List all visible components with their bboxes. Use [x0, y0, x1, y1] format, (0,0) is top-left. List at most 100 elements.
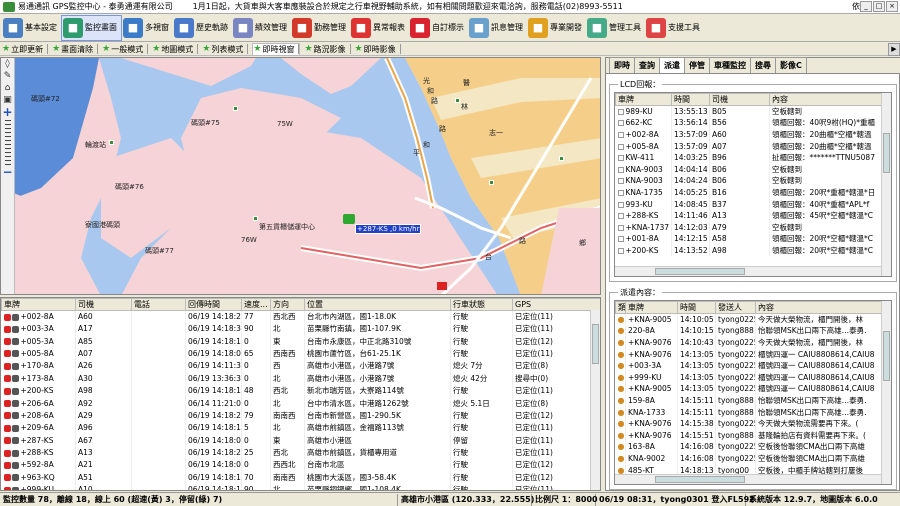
toolbar-button-2[interactable]: ■ 多視窗: [122, 15, 173, 41]
dispatch-row[interactable]: ● +KNA-9076 14:10:43 tyong0225 今天做大榮物流，櫃門開後，…: [615, 336, 891, 349]
mode-button-2[interactable]: ★ 一般模式: [102, 44, 149, 55]
right-tab-1[interactable]: 查詢: [634, 57, 660, 73]
mode-button-3[interactable]: ★ 地圖模式: [152, 44, 199, 55]
vehicle-row[interactable]: +999-KU A10 06/19 14:18:11 90 北 苗栗縣銅鑼鄉，國1-108…: [1, 484, 600, 490]
checkbox-icon[interactable]: [617, 247, 624, 254]
zoom-in-icon[interactable]: +: [2, 106, 12, 118]
mode-button-0[interactable]: ★ 立即更新: [2, 44, 49, 55]
checkbox-icon[interactable]: [617, 178, 624, 185]
vehicle-list-scrollbar[interactable]: [590, 310, 600, 490]
mode-button-4[interactable]: ★ 列表模式: [202, 44, 249, 55]
lcd-row[interactable]: +002-8A 13:57:09 A60 領櫃回報：20曲櫃*空櫃*轄溫: [615, 128, 891, 141]
lcd-report-table[interactable]: 車牌 時間 司機 內容 989-KU 13:55:13 B05 空板轄到 662-KC 13:56…: [614, 92, 892, 277]
poi-marker[interactable]: [559, 156, 564, 161]
dispatch-vertical-scrollbar[interactable]: [881, 301, 891, 484]
vehicle-column-header[interactable]: 電話: [131, 298, 186, 311]
dispatch-column-header[interactable]: 內容: [755, 301, 891, 314]
dispatch-row[interactable]: ● KNA-1733 14:15:11 tyong888 怡聯領MSK出口兩下高雄…泰勇…: [615, 406, 891, 418]
dispatch-table[interactable]: 類車牌 時間 發送人 內容 ● +KNA-9005 14:10:05 tyong0225 今天做…: [614, 300, 892, 485]
mode-button-7[interactable]: ★ 即時影像: [355, 44, 401, 55]
poi-marker[interactable]: [109, 140, 114, 145]
checkbox-icon[interactable]: [617, 236, 624, 243]
lcd-vertical-scrollbar[interactable]: [881, 93, 891, 276]
toolbar-button-4[interactable]: ■ 績效管理: [232, 15, 291, 41]
toolbar-button-10[interactable]: ■ 管理工具: [586, 15, 645, 41]
dispatch-column-header[interactable]: 車牌: [625, 301, 678, 314]
dispatch-row[interactable]: ● +KNA-9076 14:13:05 tyong0225 櫃號四運一 CAIU880…: [615, 348, 891, 360]
dispatch-row[interactable]: ● +KNA-9005 14:13:05 tyong0225 櫃號四運一 CAIU880…: [615, 383, 891, 395]
dispatch-row[interactable]: ● +KNA-9076 14:15:51 tyong888 基隆輪拍店有資料需要再下來。…: [615, 429, 891, 442]
lcd-row[interactable]: 989-KU 13:55:13 B05 空板轄到: [615, 105, 891, 118]
toolbar-button-7[interactable]: ■ 自訂標示: [409, 15, 468, 41]
lcd-row[interactable]: KNA-9003 14:04:14 B06 空板轄到: [615, 163, 891, 176]
maximize-button[interactable]: □: [873, 1, 885, 12]
vehicle-column-header[interactable]: 車牌: [1, 298, 76, 311]
vehicle-column-header[interactable]: 位置: [304, 298, 451, 311]
toolbar-button-9[interactable]: ■ 專業開發: [527, 15, 586, 41]
right-tab-5[interactable]: 搜尋: [750, 57, 776, 73]
vehicle-row[interactable]: +288-KS A13 06/19 14:18:28 25 西北 高雄市前鎮區，貨櫃專用道…: [1, 446, 600, 460]
toolbar-button-8[interactable]: ■ 訊息管理: [468, 15, 527, 41]
toolbar-button-1[interactable]: ■ 監控畫面: [61, 14, 122, 41]
vehicle-column-header[interactable]: 司機: [75, 298, 132, 311]
lcd-row[interactable]: +200-KS 14:13:52 A98 領櫃回報：20呎*空櫃*轄溫*C: [615, 244, 891, 257]
vehicle-column-header[interactable]: 行車狀態: [450, 298, 513, 311]
checkbox-icon[interactable]: [617, 213, 624, 220]
checkbox-icon[interactable]: [617, 155, 624, 162]
vehicle-row[interactable]: +209-6A A96 06/19 14:18:19 5 北 高雄市前鎮區，金福路113號…: [1, 422, 600, 435]
vehicle-row[interactable]: +200-KS A98 06/19 14:18:18 48 西北 新北市瑞芳區，大寮路11…: [1, 384, 600, 398]
vehicle-row[interactable]: +005-3A A85 06/19 14:18:10 0 東 台南市永康區，中正北路310…: [1, 335, 600, 348]
checkbox-icon[interactable]: [617, 224, 624, 231]
mode-button-5[interactable]: ★ 即時視窗: [252, 42, 301, 56]
pan-tool-icon[interactable]: ◊: [5, 60, 9, 69]
lcd-column-header[interactable]: 司機: [709, 93, 770, 106]
home-icon[interactable]: ▣: [3, 96, 12, 105]
mode-button-1[interactable]: ★ 畫面清除: [52, 44, 99, 55]
dispatch-row[interactable]: ● KNA-9002 14:16:08 tyong0225 空板後怡聯領CMA出口兩下高…: [615, 452, 891, 465]
minimize-button[interactable]: _: [860, 1, 872, 12]
poi-marker[interactable]: [253, 216, 258, 221]
toolbar-button-11[interactable]: ■ 支援工具: [645, 15, 704, 41]
lcd-row[interactable]: KNA-9003 14:04:24 B06 空板轄到: [615, 175, 891, 187]
dispatch-row[interactable]: ● +KNA-9076 14:15:38 tyong0225 今天做大榮物流需要再下來。…: [615, 417, 891, 430]
vehicle-list-table[interactable]: 車牌 司機 電話 回傳時間 速度... 方向 位置 行車狀態 GPS +002-8A A60 06/1…: [0, 297, 601, 491]
reset-view-icon[interactable]: ⌂: [5, 84, 11, 93]
dispatch-row[interactable]: ● 220-8A 14:10:15 tyong888 怡聯領MSK出口兩下高雄…泰勇.: [615, 325, 891, 337]
mode-button-6[interactable]: ★ 路況影像: [304, 44, 351, 55]
vehicle-label[interactable]: +287-KS ,0 km/hr: [355, 224, 422, 234]
checkbox-icon[interactable]: [617, 143, 624, 150]
dispatch-row[interactable]: ● 163-8A 14:16:08 tyong0225 空板後怡聯領CMA出口兩下高雄: [615, 441, 891, 453]
dispatch-row[interactable]: ● 159-8A 14:15:11 tyong888 怡聯領MSK出口兩下高雄…泰勇.: [615, 394, 891, 407]
dispatch-column-header[interactable]: 發送人: [715, 301, 756, 314]
vehicle-row[interactable]: +170-8A A26 06/19 14:11:32 0 西 高雄市小港區，小港路7號 熄火…: [1, 360, 600, 373]
lcd-row[interactable]: 662-KC 13:56:14 B56 領櫃回報：40呎9柎(HQ)*重櫃: [615, 117, 891, 129]
vehicle-column-header[interactable]: 回傳時間: [185, 298, 242, 311]
dispatch-column-header[interactable]: 時間: [677, 301, 716, 314]
lcd-row[interactable]: +KNA-1737 14:12:03 A79 空板轄到: [615, 221, 891, 234]
lcd-column-header[interactable]: 內容: [769, 93, 891, 106]
vehicle-marker-icon[interactable]: [343, 214, 355, 224]
lcd-row[interactable]: +001-8A 14:12:15 A58 領櫃回報：20呎*空櫃*轄溫*C: [615, 233, 891, 245]
checkbox-icon[interactable]: [617, 120, 624, 127]
lcd-row[interactable]: +288-KS 14:11:46 A13 領櫃回報：45呎*空櫃*轄溫*C: [615, 209, 891, 222]
vehicle-row[interactable]: +003-3A A17 06/19 14:18:34 90 北 苗栗縣竹南鎮，國1-107…: [1, 323, 600, 336]
checkbox-icon[interactable]: [617, 131, 624, 138]
right-tab-6[interactable]: 影像C: [775, 57, 807, 73]
toolbar-scroll-right-button[interactable]: ▶: [888, 43, 900, 56]
poi-marker[interactable]: [455, 98, 460, 103]
right-tab-4[interactable]: 車種監控: [709, 57, 751, 73]
close-button[interactable]: ×: [886, 1, 898, 12]
toolbar-button-3[interactable]: ■ 歷史軌跡: [173, 15, 232, 41]
checkbox-icon[interactable]: [617, 189, 624, 196]
lcd-row[interactable]: KNA-1735 14:05:25 B16 領櫃回報：20呎*重櫃*轄溫*日: [615, 186, 891, 199]
zoom-out-icon[interactable]: −: [2, 166, 12, 178]
lcd-row[interactable]: +005-8A 13:57:09 A07 領櫃回報：20曲櫃*空櫃*轄溫: [615, 140, 891, 152]
checkbox-icon[interactable]: [617, 166, 624, 173]
lcd-column-header[interactable]: 車牌: [615, 93, 672, 106]
vehicle-row[interactable]: +002-8A A60 06/19 14:18:29 77 西北西 台北市內湖區，國1-1…: [1, 310, 600, 323]
vehicle-row[interactable]: +005-8A A07 06/19 14:18:09 65 西南西 桃園市蘆竹區，台61-…: [1, 347, 600, 361]
poi-marker[interactable]: [489, 180, 494, 185]
map-view[interactable]: ◊ ✎ ⌂ ▣ + − 碼頭#72 碼頭#75 75W 輪渡站 碼頭#76 碼頭#77 寮國…: [0, 57, 601, 295]
vehicle-row[interactable]: +963-KQ A51 06/19 14:18:15 70 南南西 桃園市大溪區，國3-5…: [1, 471, 600, 485]
toolbar-button-6[interactable]: ■ 異常報表: [350, 15, 409, 41]
